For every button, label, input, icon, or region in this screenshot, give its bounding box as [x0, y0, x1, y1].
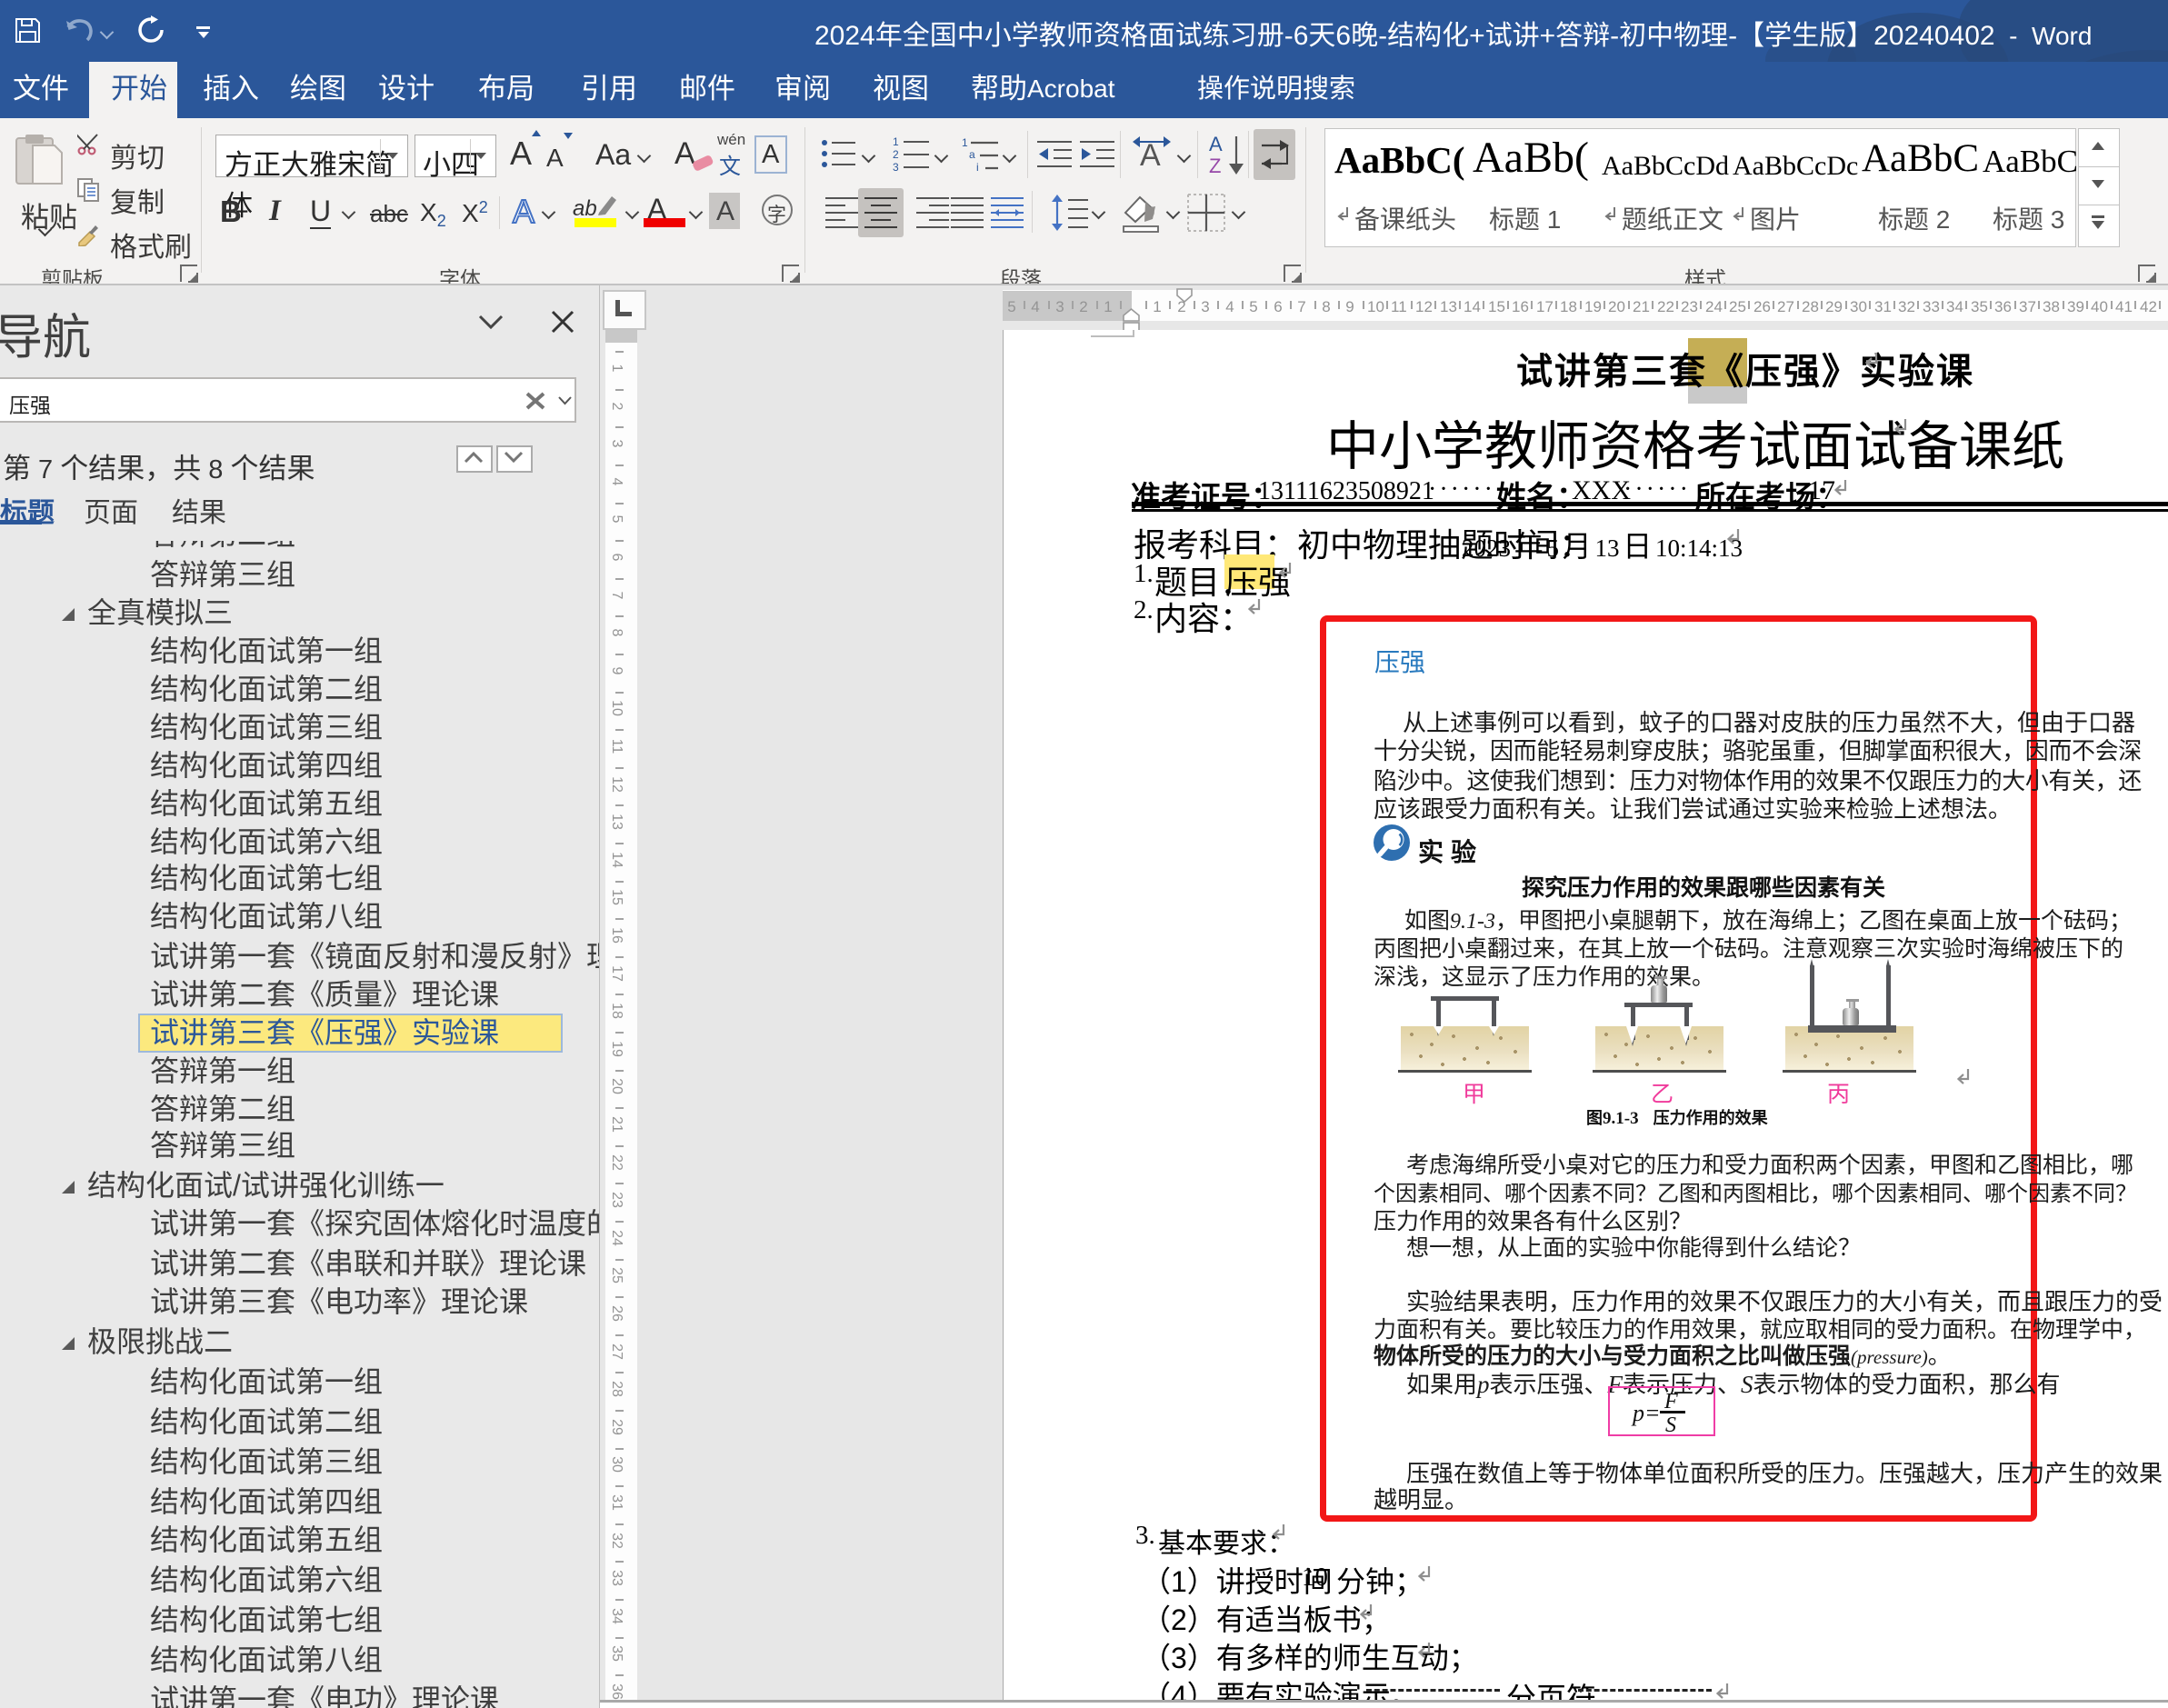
svg-text:a: a — [969, 148, 975, 161]
svg-text:A: A — [1140, 138, 1161, 173]
svg-text:Z: Z — [1209, 155, 1221, 176]
svg-text:3: 3 — [893, 161, 899, 173]
svg-text:2: 2 — [893, 148, 899, 161]
svg-text:1: 1 — [962, 136, 968, 149]
svg-text:i: i — [976, 161, 979, 173]
svg-text:1: 1 — [893, 136, 899, 148]
svg-text:A: A — [1209, 133, 1223, 155]
